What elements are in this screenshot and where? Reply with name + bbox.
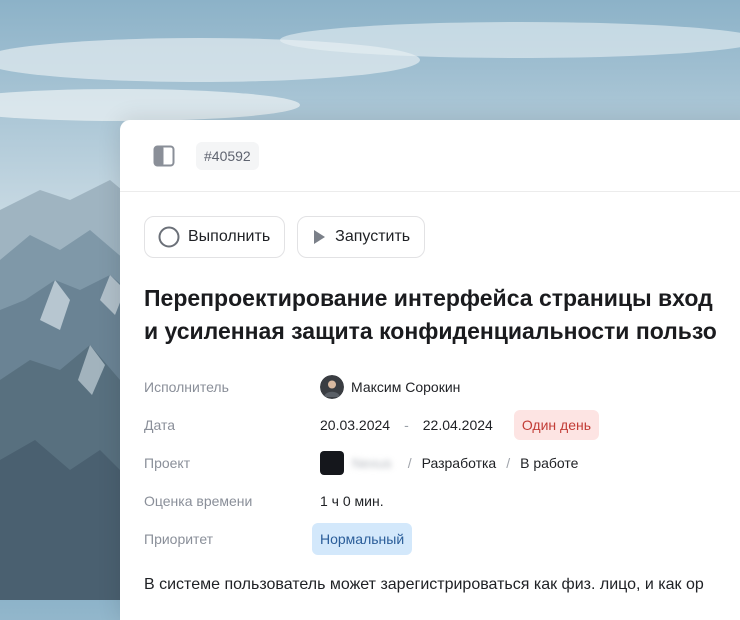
property-priority: Приоритет Нормальный: [144, 520, 740, 558]
complete-button[interactable]: Выполнить: [144, 216, 286, 258]
date-separator: -: [404, 417, 409, 433]
task-properties: Исполнитель Максим Сорокин Дата 20.03.20…: [144, 368, 740, 558]
property-assignee: Исполнитель Максим Сорокин: [144, 368, 740, 406]
task-title-line-2: и усиленная защита конфиденциальности по…: [144, 318, 717, 344]
complete-button-label: Выполнить: [188, 228, 271, 245]
project-section: Разработка: [421, 455, 497, 471]
date-end: 22.04.2024: [422, 417, 493, 433]
estimate-value[interactable]: 1 ч 0 мин.: [320, 493, 384, 509]
date-label: Дата: [144, 417, 176, 433]
avatar: [320, 375, 344, 399]
duration-badge: Один день: [513, 410, 600, 440]
task-detail-panel: #40592 Выполнить Запустить Перепроектиро…: [120, 120, 740, 620]
task-actions: Выполнить Запустить: [144, 216, 426, 258]
project-name: Nexus: [352, 455, 392, 471]
project-separator-2: /: [506, 455, 511, 471]
priority-label: Приоритет: [144, 531, 214, 547]
project-value[interactable]: Nexus / Разработка / В работе: [320, 451, 578, 475]
priority-value[interactable]: Нормальный: [312, 523, 413, 555]
date-start: 20.03.2024: [320, 417, 391, 433]
task-description: В системе пользователь может зарегистрир…: [144, 576, 704, 593]
start-button[interactable]: Запустить: [297, 216, 426, 258]
assignee-name: Максим Сорокин: [351, 379, 461, 395]
priority-badge: Нормальный: [312, 523, 413, 555]
task-id-chip[interactable]: #40592: [196, 142, 259, 170]
estimate-label: Оценка времени: [144, 493, 253, 509]
project-logo-icon: [320, 451, 344, 475]
panel-header: #40592: [120, 120, 740, 192]
project-status: В работе: [520, 455, 579, 471]
assignee-label: Исполнитель: [144, 379, 229, 395]
project-separator-1: /: [407, 455, 412, 471]
assignee-value[interactable]: Максим Сорокин: [320, 375, 460, 399]
start-button-label: Запустить: [335, 228, 411, 245]
task-title: Перепроектирование интерфейса страницы в…: [144, 282, 740, 348]
date-value[interactable]: 20.03.2024 - 22.04.2024 Один день: [320, 410, 600, 440]
task-title-line-1: Перепроектирование интерфейса страницы в…: [144, 285, 713, 311]
property-project: Проект Nexus / Разработка / В работе: [144, 444, 740, 482]
play-icon: [311, 228, 327, 246]
property-estimate: Оценка времени 1 ч 0 мин.: [144, 482, 740, 520]
property-date: Дата 20.03.2024 - 22.04.2024 Один день: [144, 406, 740, 444]
sidebar-toggle-icon[interactable]: [153, 145, 175, 167]
circle-icon: [158, 226, 180, 248]
project-label: Проект: [144, 455, 191, 471]
